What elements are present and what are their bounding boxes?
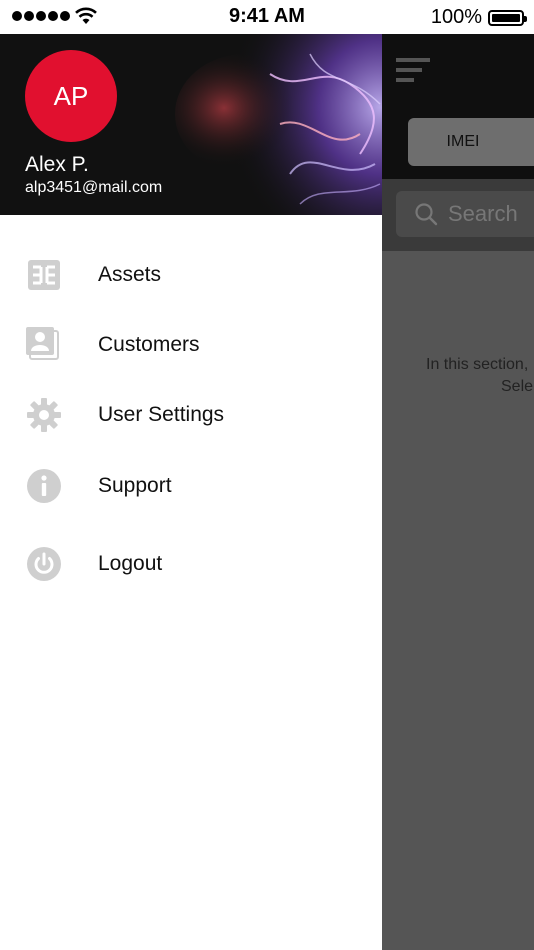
tab-imei[interactable]: IMEI xyxy=(408,118,534,166)
background-app-overlay[interactable]: IMEI Search In this section, Sele xyxy=(382,34,534,950)
sort-icon xyxy=(396,58,430,82)
navigation-drawer: AP Alex P. alp3451@mail.com Assets Custo… xyxy=(0,34,382,950)
plasma-ball-image xyxy=(150,34,382,215)
app-screen: 9:41 AM 100% IMEI Search In this section… xyxy=(0,0,534,950)
info-line-1: In this section, xyxy=(426,356,529,373)
menu-item-user-settings[interactable]: User Settings xyxy=(0,385,382,445)
gear-icon xyxy=(26,397,62,433)
menu-item-support[interactable]: Support xyxy=(0,456,382,516)
battery-icon xyxy=(488,9,527,26)
status-bar: 9:41 AM 100% xyxy=(0,0,534,34)
user-name: Alex P. xyxy=(25,153,89,176)
contacts-icon xyxy=(26,327,62,363)
battery-percent: 100% xyxy=(430,6,482,28)
avatar[interactable]: AP xyxy=(25,50,117,142)
menu-label-assets: Assets xyxy=(98,263,162,286)
section-info-text: In this section, Sele xyxy=(426,354,533,398)
menu-label-logout: Logout xyxy=(98,552,163,575)
background-app-header: IMEI xyxy=(382,34,534,179)
menu-label-user-settings: User Settings xyxy=(98,403,225,426)
battery-indicator: 100% xyxy=(430,6,527,29)
menu-label-customers: Customers xyxy=(98,333,200,356)
user-email: alp3451@mail.com xyxy=(25,179,163,196)
info-line-2: Sele xyxy=(501,378,534,395)
drawer-header: AP Alex P. alp3451@mail.com xyxy=(0,34,382,215)
menu-item-logout[interactable]: Logout xyxy=(0,534,382,594)
menu-label-support: Support xyxy=(98,474,172,497)
power-icon xyxy=(26,546,62,582)
menu-item-customers[interactable]: Customers xyxy=(0,315,382,375)
search-bar: Search xyxy=(382,179,534,251)
menu-item-assets[interactable]: Assets xyxy=(0,245,382,305)
search-placeholder: Search xyxy=(448,201,518,226)
search-icon xyxy=(415,203,438,226)
assets-icon xyxy=(26,257,62,293)
search-input[interactable]: Search xyxy=(396,191,534,237)
info-icon xyxy=(26,468,62,504)
